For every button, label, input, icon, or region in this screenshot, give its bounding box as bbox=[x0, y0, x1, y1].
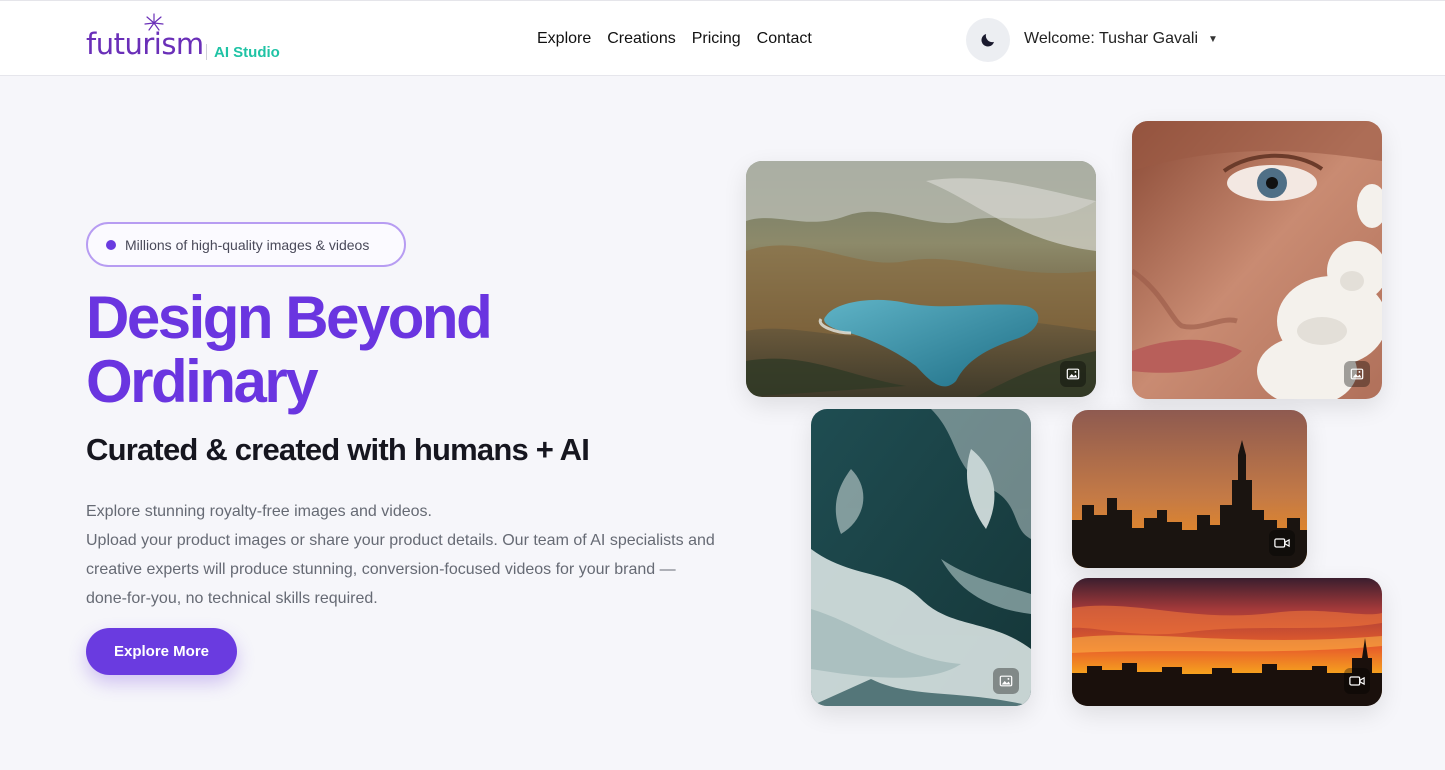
gallery-tile-face[interactable] bbox=[1132, 121, 1382, 399]
gallery-tile-sea[interactable] bbox=[811, 409, 1031, 706]
hero-badge: Millions of high-quality images & videos bbox=[86, 222, 406, 267]
video-icon bbox=[1344, 668, 1370, 694]
theme-toggle-button[interactable] bbox=[966, 18, 1010, 62]
user-menu[interactable]: Welcome: Tushar Gavali ▼ bbox=[1024, 30, 1218, 48]
logo-divider bbox=[206, 44, 207, 60]
hero-title-line1: Design Beyond bbox=[86, 284, 493, 351]
sea-image bbox=[811, 409, 1031, 706]
logo-subtitle: AI Studio bbox=[214, 44, 280, 61]
welcome-text: Welcome: Tushar Gavali bbox=[1024, 30, 1198, 47]
badge-text: Millions of high-quality images & videos bbox=[125, 236, 370, 253]
gallery-tile-sunset[interactable] bbox=[1072, 578, 1382, 706]
chevron-down-icon: ▼ bbox=[1208, 33, 1218, 45]
logo-wordmark: futurism bbox=[86, 27, 204, 61]
image-icon bbox=[1060, 361, 1086, 387]
gallery-tile-city[interactable] bbox=[1072, 410, 1307, 568]
hero-desc-line1: Explore stunning royalty-free images and… bbox=[86, 503, 432, 520]
explore-more-button[interactable]: Explore More bbox=[86, 628, 237, 675]
brand-logo[interactable]: futurism AI Studio bbox=[86, 13, 306, 63]
lake-image bbox=[746, 161, 1096, 397]
hero-description: Explore stunning royalty-free images and… bbox=[86, 497, 716, 613]
gallery-tile-lake[interactable] bbox=[746, 161, 1096, 397]
hero-desc-line2: Upload your product images or share your… bbox=[86, 532, 715, 607]
hero-subtitle: Curated & created with humans + AI bbox=[86, 432, 590, 467]
sunset-image bbox=[1072, 578, 1382, 706]
main-nav: Explore Creations Pricing Contact bbox=[537, 30, 828, 48]
nav-pricing[interactable]: Pricing bbox=[692, 30, 741, 48]
hero-title-line2: Ordinary bbox=[86, 348, 319, 415]
badge-dot-icon bbox=[106, 239, 116, 250]
image-icon bbox=[993, 668, 1019, 694]
top-navbar: futurism AI Studio Explore Creations Pri… bbox=[0, 0, 1445, 76]
nav-explore[interactable]: Explore bbox=[537, 30, 591, 48]
nav-contact[interactable]: Contact bbox=[757, 30, 812, 48]
moon-icon bbox=[981, 34, 994, 47]
image-icon bbox=[1344, 361, 1370, 387]
video-icon bbox=[1269, 530, 1295, 556]
nav-creations[interactable]: Creations bbox=[607, 30, 675, 48]
face-image bbox=[1132, 121, 1382, 399]
hero-title: Design Beyond Ordinary bbox=[86, 286, 686, 414]
